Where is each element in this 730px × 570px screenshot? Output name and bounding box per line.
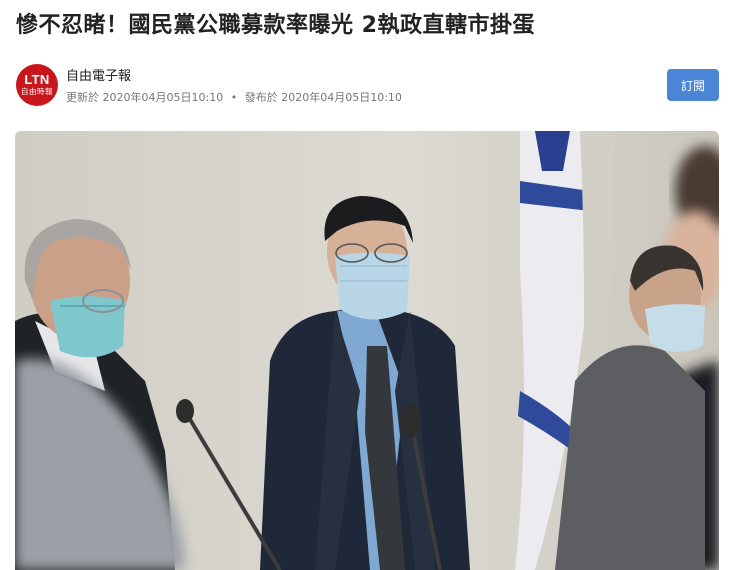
article-photo[interactable] bbox=[15, 131, 719, 570]
updated-time: 2020年04月05日10:10 bbox=[102, 91, 224, 104]
subscribe-button[interactable]: 訂閱 bbox=[667, 69, 719, 101]
byline: LTN 自由時報 自由電子報 更新於 2020年04月05日10:10 • 發布… bbox=[16, 64, 716, 108]
timestamp-line: 更新於 2020年04月05日10:10 • 發布於 2020年04月05日10… bbox=[66, 90, 402, 106]
logo-text: LTN bbox=[24, 72, 50, 87]
published-time: 2020年04月05日10:10 bbox=[281, 91, 402, 104]
article-container: 慘不忍睹！國民黨公職募款率曝光 2執政直轄市掛蛋 LTN 自由時報 自由電子報 … bbox=[0, 0, 730, 570]
publisher-name[interactable]: 自由電子報 bbox=[66, 68, 131, 86]
article-headline: 慘不忍睹！國民黨公職募款率曝光 2執政直轄市掛蛋 bbox=[16, 13, 535, 38]
meta-separator: • bbox=[230, 91, 238, 104]
news-photo-icon bbox=[15, 131, 719, 570]
logo-subtext: 自由時報 bbox=[21, 87, 53, 96]
publisher-logo[interactable]: LTN 自由時報 bbox=[16, 64, 58, 106]
published-label: 發布於 bbox=[244, 91, 278, 104]
updated-label: 更新於 bbox=[66, 91, 99, 104]
